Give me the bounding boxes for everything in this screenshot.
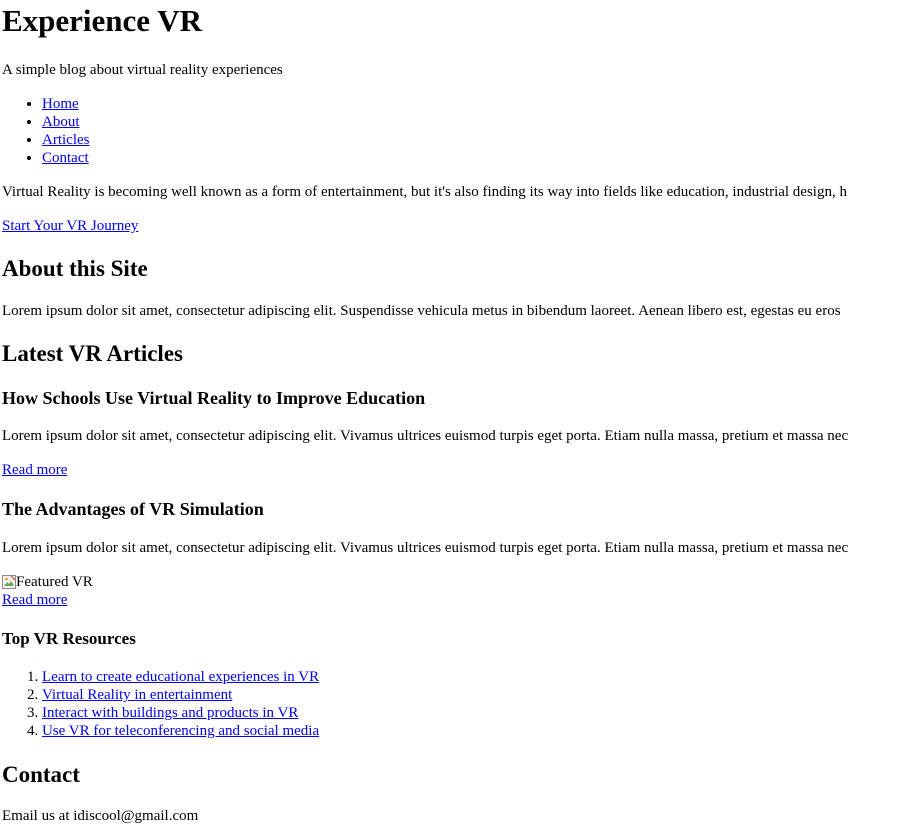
read-more-link[interactable]: Read more xyxy=(2,591,67,609)
resources-heading: Top VR Resources xyxy=(2,629,136,648)
resource-item: Use VR for teleconferencing and social m… xyxy=(42,722,319,740)
nav-link-home[interactable]: Home xyxy=(42,96,79,112)
article-excerpt: Lorem ipsum dolor sit amet, consectetur … xyxy=(2,540,849,556)
broken-image-icon xyxy=(2,575,16,589)
main-nav: Home About Articles Contact xyxy=(2,95,89,167)
resource-link-teleconferencing[interactable]: Use VR for teleconferencing and social m… xyxy=(42,723,319,739)
intro-text: Virtual Reality is becoming well known a… xyxy=(2,184,847,200)
site-tagline: A simple blog about virtual reality expe… xyxy=(2,62,283,78)
nav-link-about[interactable]: About xyxy=(42,114,80,130)
latest-articles-heading: Latest VR Articles xyxy=(2,341,183,366)
nav-item-contact: Contact xyxy=(42,149,89,167)
start-vr-journey-link[interactable]: Start Your VR Journey xyxy=(2,217,138,235)
nav-link-contact[interactable]: Contact xyxy=(42,150,89,166)
about-text: Lorem ipsum dolor sit amet, consectetur … xyxy=(2,303,841,319)
read-more-link[interactable]: Read more xyxy=(2,461,67,479)
page: Experience VR A simple blog about virtua… xyxy=(0,0,901,840)
site-title: Experience VR xyxy=(2,3,203,38)
nav-item-about: About xyxy=(42,113,89,131)
about-heading: About this Site xyxy=(2,256,148,281)
contact-email-text: Email us at idiscool@gmail.com xyxy=(2,808,199,824)
resource-link-educational-vr[interactable]: Learn to create educational experiences … xyxy=(42,669,319,685)
resource-link-entertainment[interactable]: Virtual Reality in entertainment xyxy=(42,687,232,703)
resource-item: Learn to create educational experiences … xyxy=(42,668,319,686)
article-title: How Schools Use Virtual Reality to Impro… xyxy=(2,388,426,408)
featured-image-alt-text: Featured VR xyxy=(16,574,93,590)
nav-item-home: Home xyxy=(42,95,89,113)
featured-image: Featured VR xyxy=(2,573,93,591)
article-excerpt: Lorem ipsum dolor sit amet, consectetur … xyxy=(2,428,849,444)
nav-link-articles[interactable]: Articles xyxy=(42,132,89,148)
contact-heading: Contact xyxy=(2,762,80,787)
resource-link-buildings-products[interactable]: Interact with buildings and products in … xyxy=(42,705,298,721)
resource-item: Virtual Reality in entertainment xyxy=(42,686,319,704)
resources-list: Learn to create educational experiences … xyxy=(2,668,319,740)
nav-item-articles: Articles xyxy=(42,131,89,149)
article-title: The Advantages of VR Simulation xyxy=(2,499,264,519)
resource-item: Interact with buildings and products in … xyxy=(42,704,319,722)
